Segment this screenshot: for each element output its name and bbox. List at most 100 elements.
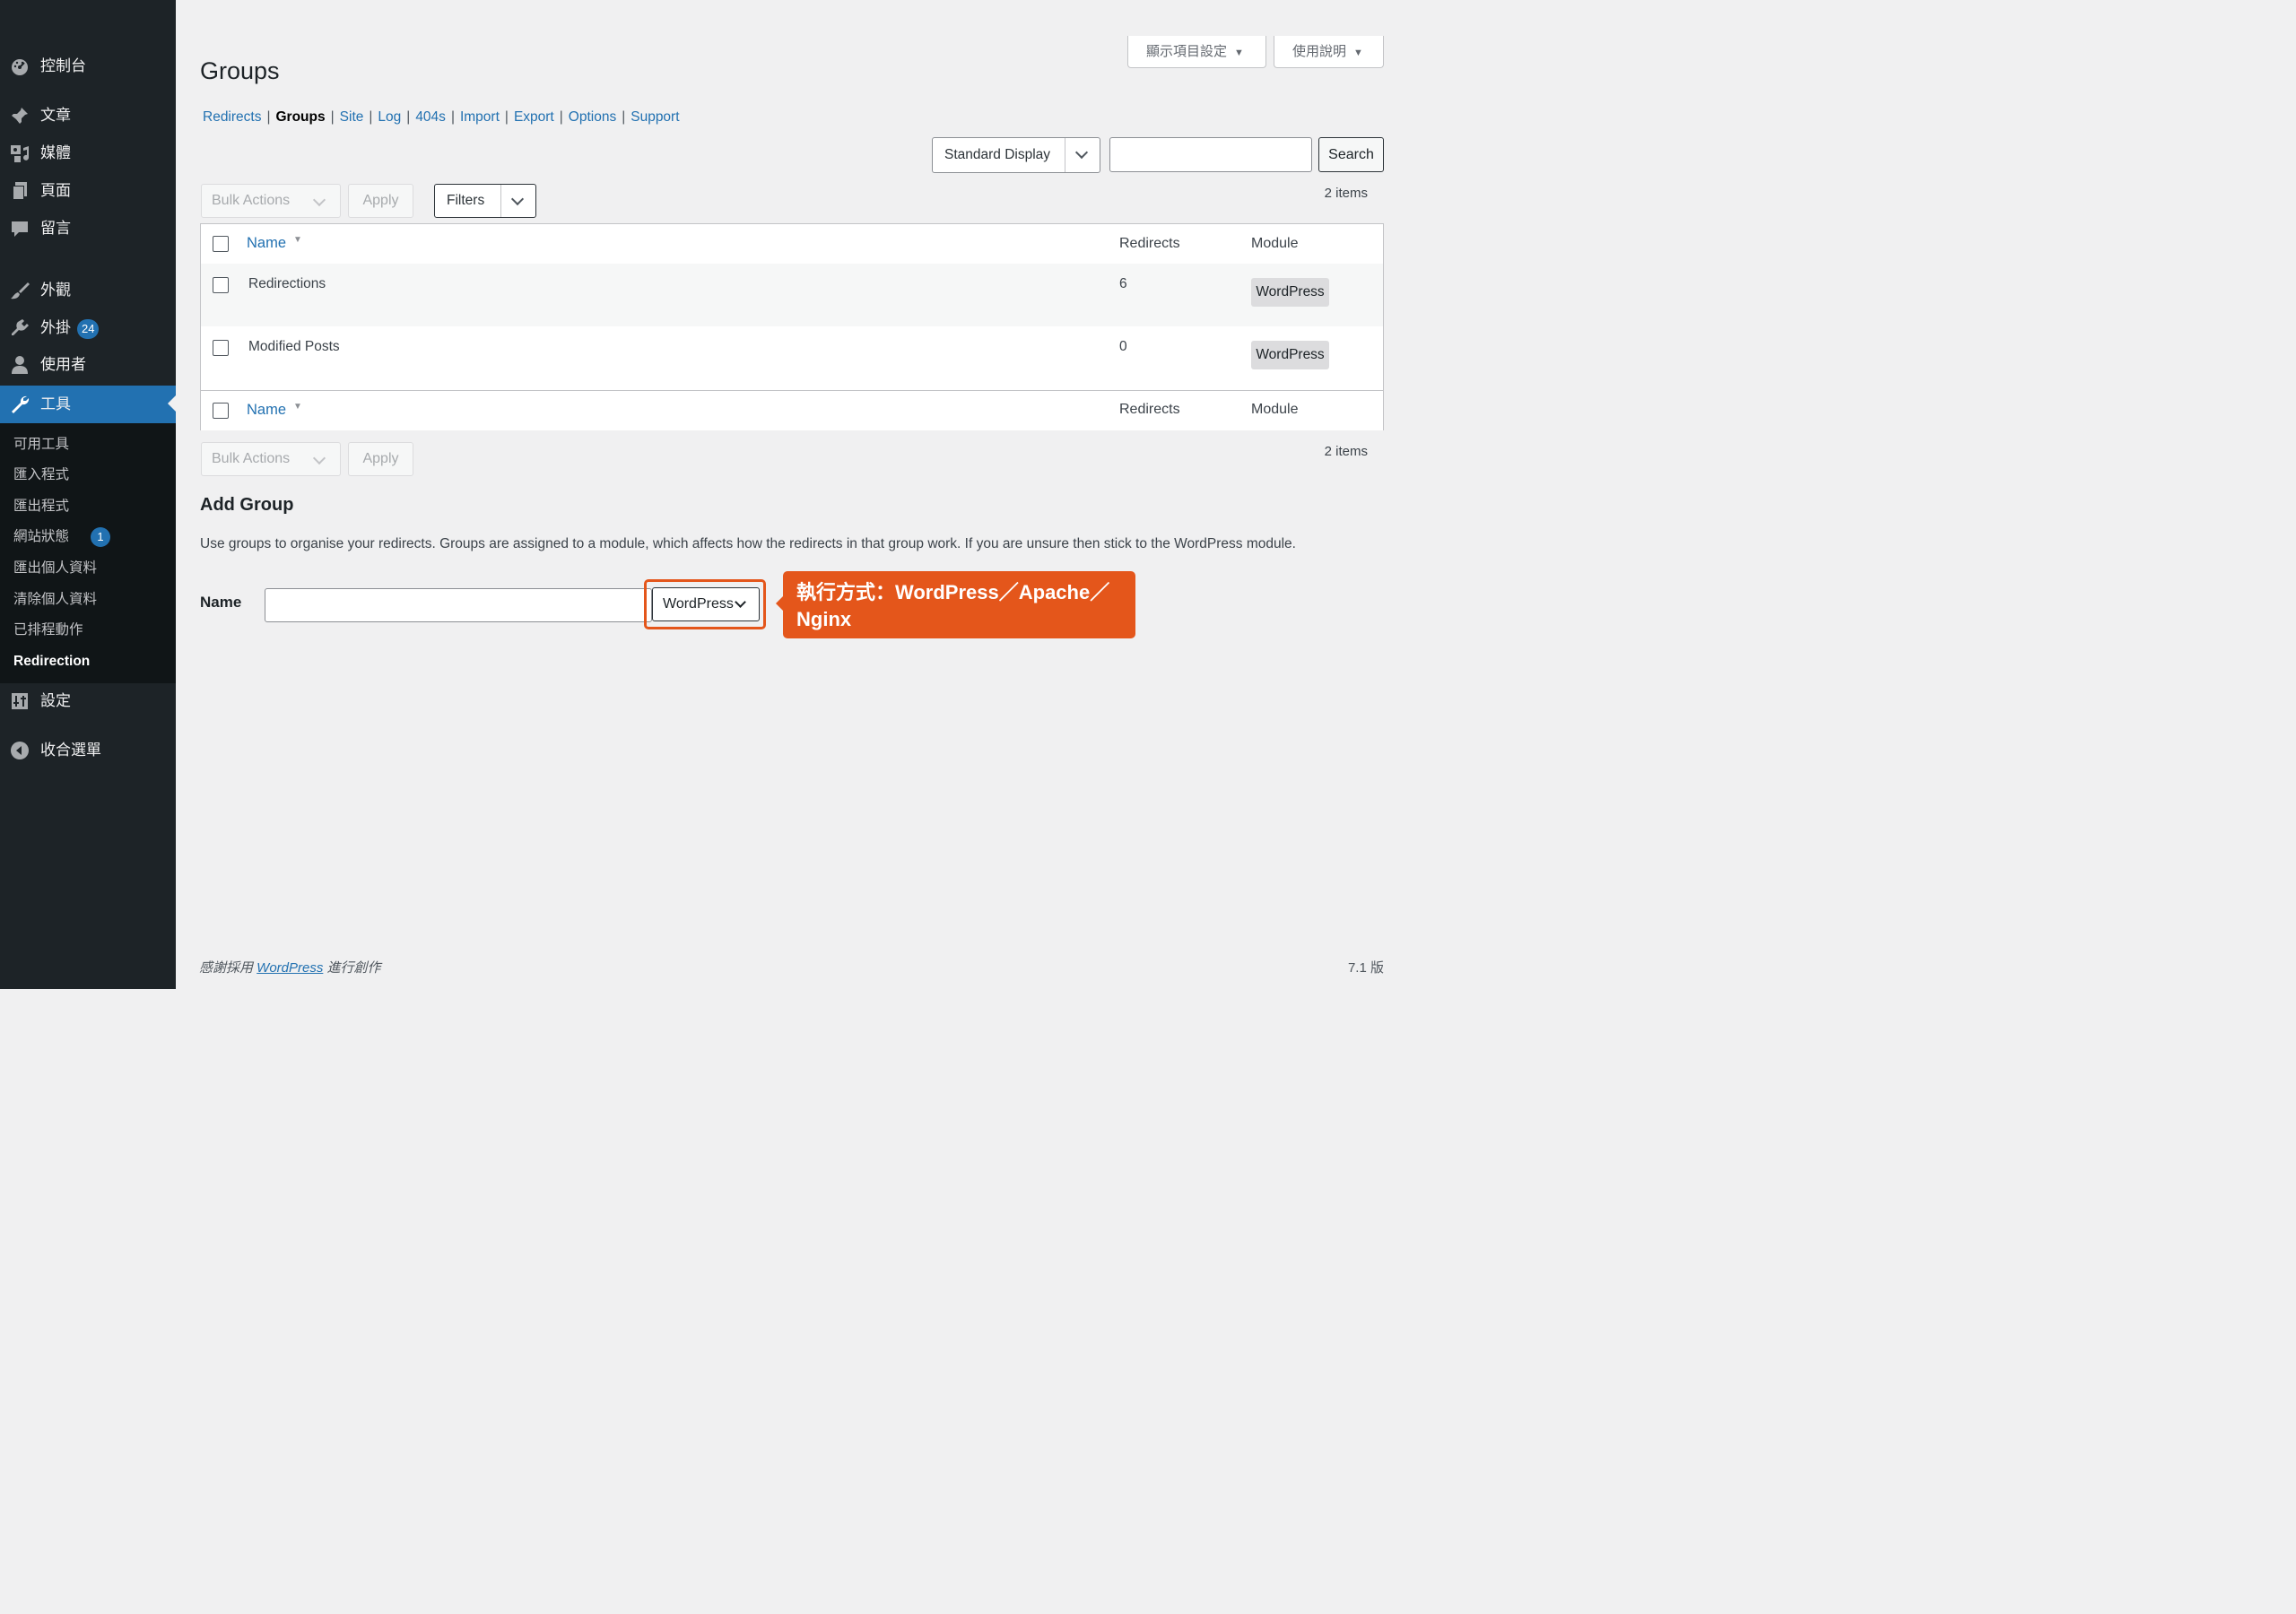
- filters-select[interactable]: Filters: [434, 184, 536, 218]
- menu-item-appearance[interactable]: 外觀: [0, 273, 176, 308]
- apply-button-top[interactable]: Apply: [348, 184, 413, 218]
- help-label: 使用說明: [1292, 44, 1347, 59]
- media-icon: [11, 145, 29, 162]
- subnav-log[interactable]: Log: [378, 109, 401, 125]
- search-input[interactable]: [1109, 137, 1312, 172]
- subnav-export[interactable]: Export: [514, 109, 554, 125]
- table-row: Redirections 6 WordPress: [201, 264, 1383, 326]
- annotation-callout: 執行方式：WordPress／Apache／ Nginx: [776, 571, 1135, 638]
- add-group-description: Use groups to organise your redirects. G…: [200, 536, 1296, 551]
- bulk-actions-select-top[interactable]: Bulk Actions: [201, 184, 341, 218]
- subnav-separator: |: [504, 109, 509, 125]
- triangle-down-icon: ▼: [1353, 48, 1363, 58]
- wrench-icon: [12, 395, 30, 413]
- subnav-groups[interactable]: Groups: [276, 109, 326, 125]
- subnav-separator: |: [450, 109, 455, 125]
- select-all-checkbox[interactable]: [213, 236, 229, 252]
- group-name[interactable]: Modified Posts: [248, 339, 340, 355]
- subnav-404s[interactable]: 404s: [415, 109, 446, 125]
- column-footer-name[interactable]: Name ▼: [247, 402, 302, 419]
- menu-item-dashboard[interactable]: 控制台: [0, 48, 176, 84]
- column-header-module: Module: [1251, 236, 1299, 251]
- table-footer: Name ▼ Redirects Module: [201, 390, 1383, 430]
- triangle-down-icon: ▼: [1234, 48, 1244, 58]
- group-name[interactable]: Redirections: [248, 276, 326, 292]
- menu-label: 控制台: [40, 57, 86, 74]
- page-title: Groups: [200, 57, 280, 84]
- collapse-menu-button[interactable]: 收合選單: [0, 733, 176, 768]
- menu-item-posts[interactable]: 文章: [0, 98, 176, 134]
- groups-table: Name ▼ Redirects Module Redirections 6 Wo…: [200, 223, 1384, 430]
- items-count-top: 2 items: [1324, 186, 1368, 201]
- module-select[interactable]: WordPress: [652, 587, 760, 621]
- display-select[interactable]: Standard Display: [932, 137, 1100, 173]
- submenu-item-redirection[interactable]: Redirection: [13, 653, 90, 671]
- submenu-item-export-personal-data[interactable]: 匯出個人資料: [13, 560, 97, 577]
- submenu-item-export[interactable]: 匯出程式: [13, 498, 69, 516]
- chevron-down-icon: [312, 193, 326, 207]
- menu-item-users[interactable]: 使用者: [0, 347, 176, 383]
- footer-version: 7.1 版: [1347, 960, 1384, 976]
- subnav-support[interactable]: Support: [631, 109, 679, 125]
- module-tag: WordPress: [1251, 278, 1329, 307]
- menu-item-comments[interactable]: 留言: [0, 211, 176, 247]
- search-button[interactable]: Search: [1318, 137, 1384, 172]
- submenu-item-site-health[interactable]: 網站狀態 1: [13, 527, 110, 547]
- submenu-item-available-tools[interactable]: 可用工具: [13, 436, 69, 454]
- column-header-name[interactable]: Name ▼: [247, 235, 302, 252]
- footer-thanks-prefix: 感謝採用: [199, 960, 257, 976]
- wordpress-link[interactable]: WordPress: [257, 960, 323, 976]
- items-count-bottom: 2 items: [1324, 444, 1368, 459]
- menu-label: 外掛: [40, 319, 71, 336]
- column-name-label: Name: [247, 402, 287, 418]
- comment-icon: [12, 221, 28, 237]
- menu-label: 設定: [40, 692, 71, 709]
- column-footer-module: Module: [1251, 402, 1299, 417]
- subnav-separator: |: [369, 109, 373, 125]
- help-button[interactable]: 使用說明 ▼: [1274, 36, 1384, 68]
- subnav-options[interactable]: Options: [569, 109, 616, 125]
- submenu-label: 網站狀態: [13, 529, 70, 544]
- menu-item-plugins[interactable]: 外掛 24: [0, 310, 176, 346]
- menu-label: 工具: [40, 395, 71, 412]
- menu-label: 頁面: [40, 182, 71, 199]
- screen-options-label: 顯示項目設定: [1146, 44, 1228, 59]
- group-name-label: Name: [200, 594, 242, 611]
- group-name-input[interactable]: [265, 588, 652, 622]
- chevron-down-icon: [500, 185, 535, 217]
- subnav-separator: |: [406, 109, 411, 125]
- select-all-checkbox-bottom[interactable]: [213, 403, 229, 419]
- row-checkbox[interactable]: [213, 340, 229, 356]
- update-count-badge: 24: [77, 319, 100, 339]
- bulk-actions-value: Bulk Actions: [212, 451, 291, 466]
- menu-item-settings[interactable]: 設定: [0, 683, 176, 719]
- brush-icon: [11, 282, 30, 299]
- column-name-label: Name: [247, 235, 287, 251]
- menu-item-pages[interactable]: 頁面: [0, 173, 176, 209]
- screen-options-button[interactable]: 顯示項目設定 ▼: [1127, 36, 1266, 68]
- module-select-value: WordPress: [663, 596, 734, 612]
- subnav-separator: |: [330, 109, 335, 125]
- apply-button-bottom[interactable]: Apply: [348, 442, 413, 476]
- menu-item-tools[interactable]: 工具: [0, 386, 176, 423]
- subnav-site[interactable]: Site: [340, 109, 364, 125]
- tools-submenu: 可用工具 匯入程式 匯出程式 網站狀態 1 匯出個人資料 清除個人資料 已排程動…: [0, 423, 176, 683]
- menu-item-media[interactable]: 媒體: [0, 135, 176, 171]
- pin-icon: [12, 108, 28, 124]
- bulk-actions-value: Bulk Actions: [212, 193, 291, 208]
- subnav-separator: |: [622, 109, 626, 125]
- bulk-actions-select-bottom[interactable]: Bulk Actions: [201, 442, 341, 476]
- user-icon: [12, 356, 28, 374]
- menu-label: 收合選單: [40, 742, 101, 759]
- submenu-item-erase-personal-data[interactable]: 清除個人資料: [13, 591, 97, 609]
- menu-label: 媒體: [40, 144, 71, 161]
- submenu-item-scheduled-actions[interactable]: 已排程動作: [13, 621, 83, 639]
- main-content: 顯示項目設定 ▼ 使用說明 ▼ Groups Redirects | Groups | Si…: [176, 0, 1406, 989]
- subnav-redirects[interactable]: Redirects: [203, 109, 261, 125]
- menu-label: 外觀: [40, 282, 71, 299]
- module-highlight-frame: WordPress: [644, 579, 766, 629]
- subnav-import[interactable]: Import: [460, 109, 500, 125]
- row-checkbox[interactable]: [213, 277, 229, 293]
- submenu-item-import[interactable]: 匯入程式: [13, 466, 69, 484]
- menu-label: 使用者: [40, 356, 86, 373]
